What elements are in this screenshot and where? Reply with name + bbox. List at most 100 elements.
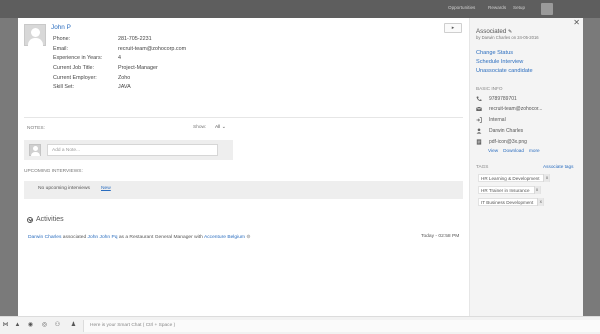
bg-nav-rewards: Rewards <box>488 5 507 10</box>
source-icon <box>476 117 482 123</box>
divider <box>24 117 463 118</box>
tag-label: HR Learning & Development <box>481 175 540 181</box>
user-icon <box>476 128 482 134</box>
field-value: 4 <box>118 55 121 62</box>
tag-item: HR Learning & Development x <box>478 174 551 182</box>
activities-title: Activities <box>36 216 64 223</box>
field-value: 281-705-2231 <box>118 36 152 42</box>
info-owner-value: Darwin Charles <box>489 128 524 134</box>
attachment-icon <box>476 139 482 145</box>
info-email: recruit-team@zohocor... <box>476 105 542 113</box>
notes-filter-value: All <box>215 125 221 130</box>
candidate-modal: John P ▸ Phone: 281-705-2231 Email: recrui… <box>18 18 583 316</box>
more-file-link[interactable]: more <box>529 148 540 153</box>
candidate-photo <box>24 24 46 46</box>
avatar-body <box>28 38 43 46</box>
avatar-head <box>31 28 40 37</box>
smart-chat-input[interactable]: Here is your Smart Chat ( Ctrl + Space ) <box>83 320 600 332</box>
remove-tag-icon[interactable]: x <box>533 186 540 194</box>
eye-icon[interactable]: ⊚ <box>246 235 250 240</box>
field-row-job-title: Current Job Title: Project-Manager <box>53 65 186 75</box>
activity-time: Today - 02:58 PM <box>421 234 460 239</box>
group-icon[interactable]: ⚇ <box>54 322 61 329</box>
next-candidate-button[interactable]: ▸ <box>444 23 462 33</box>
background-topbar: Opportunities Rewards Setup <box>0 0 600 18</box>
bg-avatar <box>541 3 553 15</box>
note-avatar <box>29 144 41 156</box>
field-value: recruit-team@zohocorp.com <box>118 45 187 52</box>
tags-label: TAGS <box>476 164 489 169</box>
download-file-link[interactable]: Download <box>503 148 524 153</box>
field-value: Zoho <box>118 74 131 81</box>
bell-icon[interactable]: ▲ <box>14 322 21 329</box>
info-email-value: recruit-team@zohocor... <box>489 106 543 112</box>
field-row-email: Email: recruit-team@zohocorp.com <box>53 46 186 56</box>
field-value: Project-Manager <box>118 65 158 72</box>
chat-icon[interactable]: ◎ <box>41 322 48 329</box>
status-text: Associated <box>476 28 507 35</box>
chevron-down-icon: ⌄ <box>221 125 226 130</box>
activity-candidate-link[interactable]: John John Pq <box>88 235 118 240</box>
field-row-employer: Current Employer: Zoho <box>53 75 186 85</box>
notes-label: NOTES: <box>27 126 45 131</box>
background-sidebar <box>0 18 18 316</box>
activity-verb: associated <box>62 235 87 240</box>
close-icon[interactable]: ✕ <box>573 18 580 27</box>
candidate-name[interactable]: John P <box>51 24 71 31</box>
upcoming-interviews-label: UPCOMING INTERVIEWS: <box>24 169 83 174</box>
notes-filter-select[interactable]: All ⌄ <box>215 125 226 130</box>
field-row-skill-set: Skill Set: JAVA <box>53 84 186 94</box>
field-label: Phone: <box>53 36 71 42</box>
activity-company-link[interactable]: Accenture Belgium <box>204 235 245 240</box>
share-icon[interactable]: ⋈ <box>2 322 9 329</box>
tag-item: HR Trainer in Insurance x <box>478 186 541 194</box>
tag-label: HR Trainer in Insurance <box>481 187 530 193</box>
view-file-link[interactable]: View <box>488 148 498 153</box>
candidate-fields: Phone: 281-705-2231 Email: recruit-team@zo… <box>53 36 186 94</box>
field-label: Current Employer: <box>53 74 97 81</box>
chevron-right-icon: ▸ <box>451 25 455 31</box>
change-status-link[interactable]: Change Status <box>476 50 513 56</box>
activities-heading[interactable]: Activities <box>27 216 64 223</box>
unassociate-candidate-link[interactable]: Unassociate candidate <box>476 68 533 74</box>
activity-item: Darwin Charles associated John John Pq a… <box>28 234 250 240</box>
field-label: Experience in Years: <box>53 55 103 62</box>
background-right <box>583 18 600 316</box>
field-label: Email: <box>53 45 68 52</box>
bg-nav-opportunities: Opportunities <box>448 5 476 10</box>
info-owner: Darwin Charles <box>476 127 523 135</box>
file-actions: View Download more <box>488 148 540 153</box>
add-note-input[interactable]: Add a Note... <box>47 144 218 156</box>
info-file-value: pdf-icon@3x.png <box>489 139 527 145</box>
info-file: pdf-icon@3x.png <box>476 138 527 146</box>
info-phone: 9789789701 <box>476 95 517 103</box>
info-source-value: Internal <box>489 117 506 123</box>
user-icon[interactable]: ♟ <box>70 322 77 329</box>
field-row-phone: Phone: 281-705-2231 <box>53 36 186 46</box>
basic-info-label: BASIC INFO <box>476 86 503 91</box>
info-phone-value: 9789789701 <box>489 96 517 102</box>
candidate-details-pane: John P ▸ Phone: 281-705-2231 Email: recrui… <box>18 18 469 316</box>
bottom-chat-bar: ⋈ ▲ ◉ ◎ ⚇ ♟ Here is your Smart Chat ( Ct… <box>0 316 600 334</box>
remove-tag-icon[interactable]: x <box>537 198 544 206</box>
field-row-experience: Experience in Years: 4 <box>53 55 186 65</box>
associate-tags-link[interactable]: Associate tags <box>543 164 574 169</box>
show-label: Show: <box>193 125 207 130</box>
contacts-icon[interactable]: ◉ <box>27 322 34 329</box>
activity-mid-text: as a Restaurant General Manager with <box>118 235 203 240</box>
association-by: by Darwin Charles on 24-05-2016 <box>476 35 539 40</box>
info-source: Internal <box>476 116 506 124</box>
association-panel: ✕ Associated ✎ by Darwin Charles on 24-0… <box>469 18 583 316</box>
new-interview-link[interactable]: New <box>101 186 111 191</box>
avatar-body <box>31 152 40 156</box>
schedule-interview-link[interactable]: Schedule Interview <box>476 59 523 65</box>
upcoming-interviews-box: No upcoming interviews New <box>24 181 463 199</box>
remove-tag-icon[interactable]: x <box>543 174 550 182</box>
avatar-head <box>33 146 38 151</box>
field-value: JAVA <box>118 84 131 91</box>
tag-label: IT Business Development <box>481 199 534 205</box>
no-interviews-text: No upcoming interviews <box>38 186 90 191</box>
email-icon <box>476 106 482 112</box>
association-status: Associated ✎ <box>476 28 512 35</box>
activity-actor-link[interactable]: Darwin Charles <box>28 235 61 240</box>
